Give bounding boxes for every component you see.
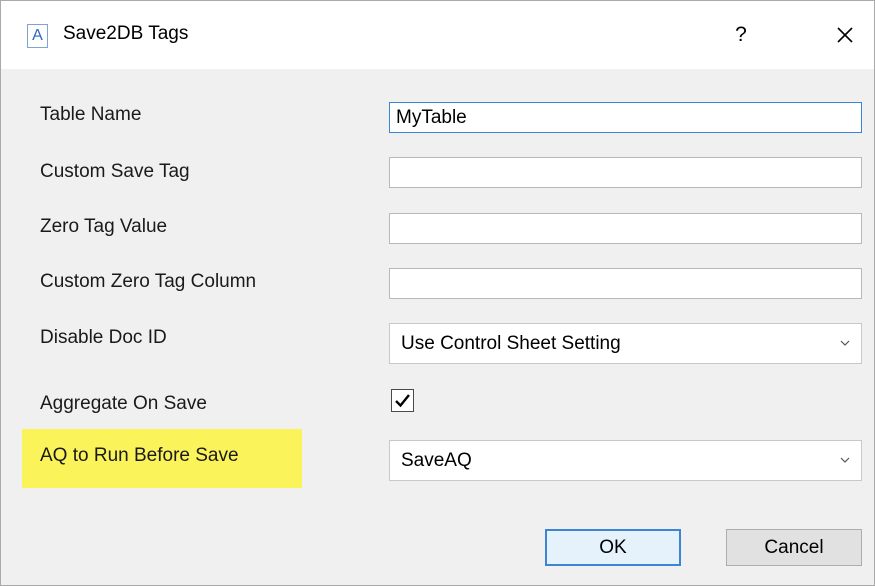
help-button[interactable]: ? — [719, 15, 763, 55]
close-icon — [837, 27, 853, 43]
chevron-down-icon — [840, 340, 850, 346]
custom-zero-tag-column-label: Custom Zero Tag Column — [40, 271, 257, 292]
aq-before-save-label: AQ to Run Before Save — [40, 445, 239, 466]
aggregate-on-save-checkbox[interactable] — [391, 389, 414, 412]
save2db-tags-dialog: A Save2DB Tags ? Table Name Custom Save … — [0, 0, 875, 586]
close-button[interactable] — [823, 15, 867, 55]
disable-doc-id-label: Disable Doc ID — [40, 327, 167, 348]
window-title: Save2DB Tags — [63, 23, 189, 44]
aggregate-on-save-label: Aggregate On Save — [40, 393, 207, 414]
chevron-down-icon — [840, 457, 850, 463]
table-name-input[interactable] — [389, 102, 862, 133]
cancel-button[interactable]: Cancel — [726, 529, 862, 566]
disable-doc-id-selected: Use Control Sheet Setting — [401, 333, 621, 354]
disable-doc-id-dropdown[interactable]: Use Control Sheet Setting — [389, 323, 862, 364]
custom-zero-tag-column-input[interactable] — [389, 268, 862, 299]
app-icon: A — [27, 24, 48, 48]
aq-before-save-dropdown[interactable]: SaveAQ — [389, 440, 862, 481]
zero-tag-value-input[interactable] — [389, 213, 862, 244]
table-name-label: Table Name — [40, 104, 142, 125]
custom-save-tag-input[interactable] — [389, 157, 862, 188]
ok-button[interactable]: OK — [545, 529, 681, 566]
custom-save-tag-label: Custom Save Tag — [40, 161, 190, 182]
aq-before-save-selected: SaveAQ — [401, 450, 472, 471]
checkmark-icon — [395, 394, 410, 408]
title-bar: A Save2DB Tags ? — [1, 1, 874, 69]
zero-tag-value-label: Zero Tag Value — [40, 216, 168, 237]
